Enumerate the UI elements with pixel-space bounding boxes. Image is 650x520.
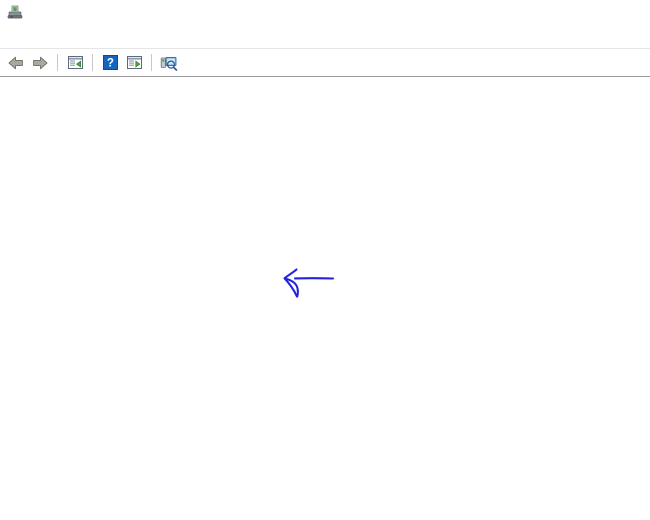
scan-hardware-icon: [160, 56, 178, 71]
properties-button[interactable]: [63, 51, 87, 74]
toolbar-separator-2: [92, 54, 93, 71]
svg-text:?: ?: [106, 58, 113, 70]
titlebar: [0, 0, 650, 24]
properties-window-icon: [67, 56, 83, 69]
help-question-icon: ?: [102, 55, 118, 70]
toolbar: ?: [0, 48, 650, 77]
device-manager-window: ?: [0, 0, 650, 520]
forward-arrow-icon: [33, 56, 48, 69]
back-button[interactable]: [4, 51, 28, 74]
help-button[interactable]: ?: [98, 51, 122, 74]
menu-help[interactable]: [59, 34, 76, 39]
menu-action[interactable]: [25, 34, 42, 39]
menubar: [0, 24, 650, 48]
toolbar-separator-1: [57, 54, 58, 71]
forward-button[interactable]: [28, 51, 52, 74]
device-tree[interactable]: [0, 77, 650, 520]
scan-hardware-changes-button[interactable]: [157, 51, 181, 74]
menu-view[interactable]: [42, 34, 59, 39]
update-driver-button[interactable]: [122, 51, 146, 74]
menu-file[interactable]: [8, 34, 25, 39]
toolbar-separator-3: [151, 54, 152, 71]
back-arrow-icon: [8, 56, 23, 69]
update-driver-window-icon: [126, 56, 142, 69]
annotation-arrow-icon: [283, 268, 335, 298]
device-manager-icon: [6, 3, 24, 21]
